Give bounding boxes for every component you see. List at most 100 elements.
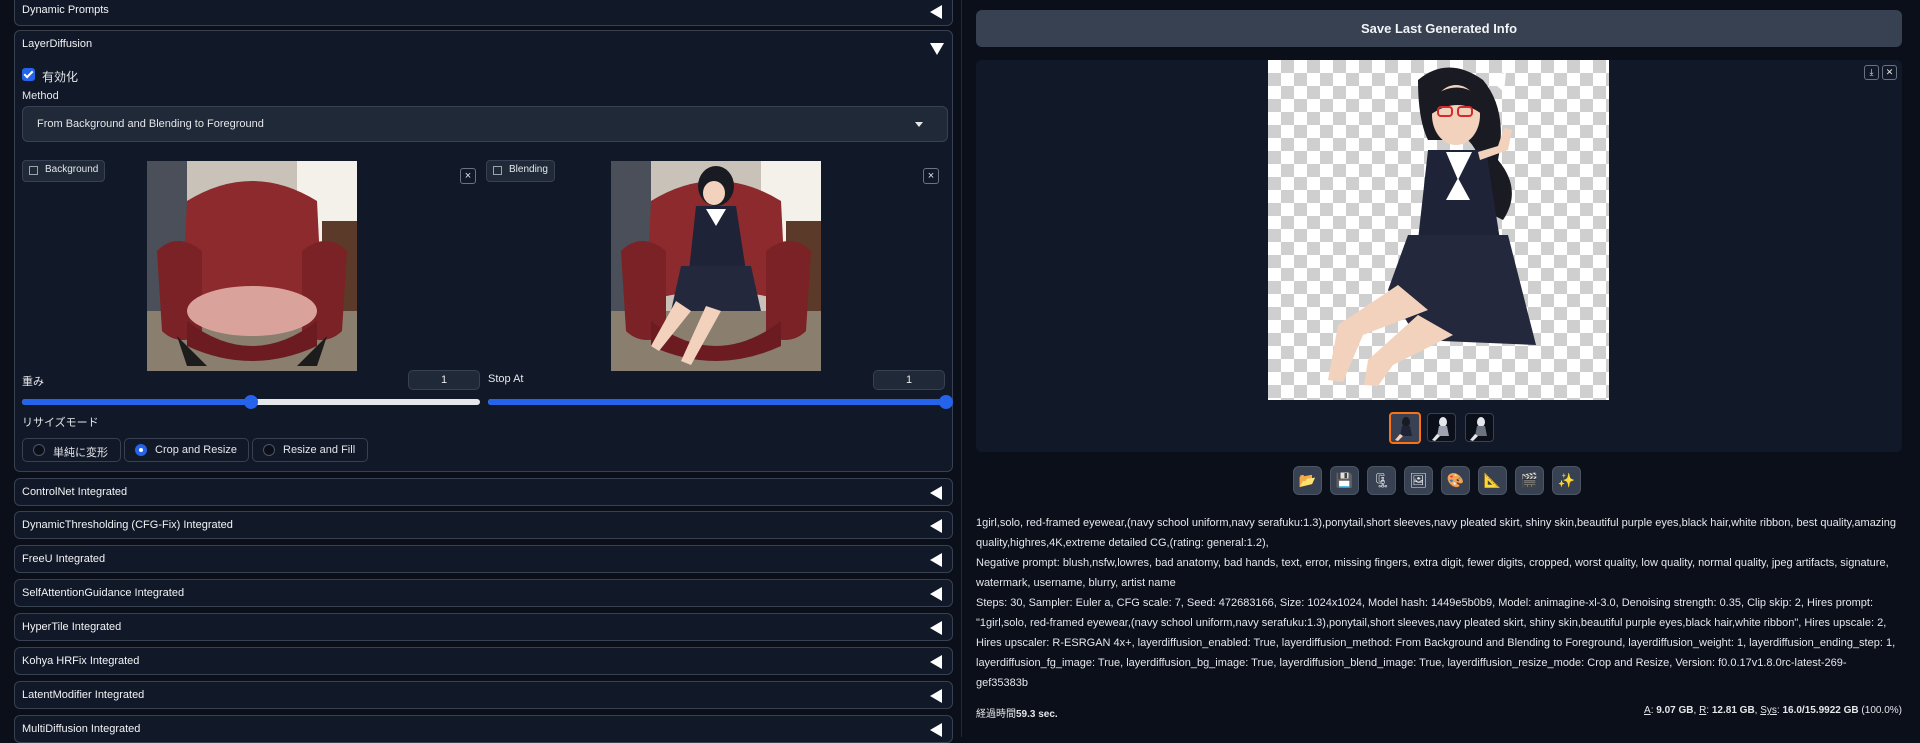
resize-option-label: Crop and Resize — [155, 444, 237, 456]
collapse-arrow-icon[interactable] — [930, 587, 942, 601]
download-icon[interactable]: ⤓ — [1864, 65, 1879, 80]
accordion-dynamic-prompts[interactable]: Dynamic Prompts — [14, 0, 953, 26]
collapse-arrow-icon[interactable] — [930, 689, 942, 703]
video-icon[interactable]: 🎬 — [1515, 466, 1544, 495]
collapse-arrow-icon[interactable] — [930, 519, 942, 533]
thumbnail[interactable] — [1427, 413, 1456, 442]
generated-image[interactable] — [1268, 60, 1609, 400]
accordion-multidiffusion[interactable]: MultiDiffusion Integrated — [14, 715, 953, 743]
method-select[interactable]: From Background and Blending to Foregrou… — [22, 106, 948, 142]
elapsed-value: 59.3 sec. — [1016, 709, 1058, 720]
background-image[interactable] — [147, 161, 357, 371]
accordion-title: MultiDiffusion Integrated — [22, 723, 141, 735]
image-icon — [29, 166, 38, 175]
collapse-arrow-icon[interactable] — [930, 553, 942, 567]
open-folder-icon[interactable]: 📂 — [1293, 466, 1322, 495]
accordion-title: HyperTile Integrated — [22, 621, 122, 633]
accordion-self-attention-guidance[interactable]: SelfAttentionGuidance Integrated — [14, 579, 953, 607]
resize-mode-label: リサイズモード — [22, 417, 99, 429]
radio-dot-selected — [135, 444, 147, 456]
send-to-inpaint-icon[interactable]: 🎨 — [1441, 466, 1470, 495]
stop-at-label: Stop At — [488, 373, 524, 385]
send-to-img2img-icon[interactable]: 🖼 — [1404, 466, 1433, 495]
column-divider — [961, 0, 962, 737]
collapse-arrow-icon[interactable] — [930, 486, 942, 500]
accordion-title: Kohya HRFix Integrated — [22, 655, 140, 667]
parameters-text: Steps: 30, Sampler: Euler a, CFG scale: … — [976, 597, 1896, 689]
accordion-layer-diffusion: LayerDiffusion 有効化 Method From Backgroun… — [14, 30, 953, 472]
save-icon[interactable]: 💾 — [1330, 466, 1359, 495]
sys-label: Sys — [1760, 705, 1777, 716]
zip-icon[interactable]: 🗜 — [1367, 466, 1396, 495]
resize-option-resize-and-fill[interactable]: Resize and Fill — [252, 438, 368, 462]
accordion-title: LayerDiffusion — [22, 38, 93, 50]
stop-at-number-input[interactable]: 1 — [873, 370, 945, 390]
gallery-panel: ⤓ ✕ — [976, 60, 1902, 452]
weight-slider[interactable] — [22, 395, 480, 409]
blending-image-tag: Blending — [486, 160, 555, 182]
generation-info: 1girl,solo, red-framed eyewear,(navy sch… — [976, 513, 1896, 693]
accordion-title: Dynamic Prompts — [22, 4, 109, 16]
elapsed-time: 経過時間59.3 sec. — [976, 705, 1058, 720]
radio-dot — [263, 444, 275, 456]
resize-option-label: Resize and Fill — [283, 444, 356, 456]
r-value: 12.81 GB — [1711, 705, 1755, 716]
sparkle-icon[interactable]: ✨ — [1552, 466, 1581, 495]
prompt-text: 1girl,solo, red-framed eyewear,(navy sch… — [976, 517, 1896, 549]
collapse-arrow-icon[interactable] — [930, 655, 942, 669]
accordion-freeu[interactable]: FreeU Integrated — [14, 545, 953, 573]
a-label: A — [1644, 705, 1651, 716]
resize-option-just-resize[interactable]: 単純に変形 — [22, 438, 121, 462]
resize-option-crop-and-resize[interactable]: Crop and Resize — [124, 438, 249, 462]
accordion-dynamic-thresholding[interactable]: DynamicThresholding (CFG-Fix) Integrated — [14, 511, 953, 539]
stop-at-slider-handle[interactable] — [939, 395, 953, 409]
collapse-arrow-icon[interactable] — [930, 621, 942, 635]
dropdown-caret-icon — [915, 122, 923, 127]
background-image-tag: Background — [22, 160, 106, 182]
accordion-title: ControlNet Integrated — [22, 486, 128, 498]
collapse-arrow-icon[interactable] — [930, 723, 942, 737]
weight-number-input[interactable]: 1 — [408, 370, 480, 390]
resize-option-label: 単純に変形 — [53, 447, 108, 459]
method-value: From Background and Blending to Foregrou… — [37, 118, 264, 130]
output-column: Save Last Generated Info ⤓ ✕ 📂 💾 🗜 🖼 🎨 📐… — [968, 0, 1908, 737]
expand-arrow-icon[interactable] — [930, 43, 944, 55]
accordion-title: FreeU Integrated — [22, 553, 106, 565]
settings-column: Dynamic Prompts LayerDiffusion 有効化 Metho… — [14, 0, 955, 743]
background-label: Background — [45, 164, 99, 175]
radio-dot — [33, 444, 45, 456]
thumbnail[interactable] — [1465, 413, 1494, 442]
stop-at-slider[interactable] — [488, 395, 953, 409]
weight-slider-handle[interactable] — [244, 395, 258, 409]
r-label: R — [1699, 705, 1707, 716]
accordion-controlnet[interactable]: ControlNet Integrated — [14, 478, 953, 506]
enable-checkbox[interactable] — [22, 68, 35, 81]
stop-at-slider-fill — [488, 399, 946, 405]
weight-label: 重み — [22, 376, 44, 388]
blending-label: Blending — [509, 164, 548, 175]
weight-slider-fill — [22, 399, 251, 405]
accordion-latent-modifier[interactable]: LatentModifier Integrated — [14, 681, 953, 709]
accordion-title: SelfAttentionGuidance Integrated — [22, 587, 185, 599]
negative-prompt-text: Negative prompt: blush,nsfw,lowres, bad … — [976, 557, 1889, 589]
send-to-extras-icon[interactable]: 📐 — [1478, 466, 1507, 495]
accordion-kohya-hrfix[interactable]: Kohya HRFix Integrated — [14, 647, 953, 675]
save-last-generated-info-button[interactable]: Save Last Generated Info — [976, 10, 1902, 47]
sys-value: 16.0/15.9922 GB — [1782, 705, 1859, 716]
thumbnail-selected[interactable] — [1389, 412, 1421, 444]
accordion-title: DynamicThresholding (CFG-Fix) Integrated — [22, 519, 233, 531]
accordion-title: LatentModifier Integrated — [22, 689, 145, 701]
enable-label: 有効化 — [42, 70, 79, 84]
a-value: 9.07 GB — [1656, 705, 1694, 716]
clear-blending-button[interactable]: × — [923, 168, 939, 184]
clear-background-button[interactable]: × — [460, 168, 476, 184]
close-icon[interactable]: ✕ — [1882, 65, 1897, 80]
image-icon — [493, 166, 502, 175]
memory-stats: A: 9.07 GB, R: 12.81 GB, Sys: 16.0/15.99… — [1644, 705, 1902, 716]
collapse-arrow-icon[interactable] — [930, 5, 942, 19]
elapsed-label: 経過時間 — [976, 709, 1016, 720]
sys-percent: (100.0%) — [1861, 705, 1902, 716]
method-label: Method — [22, 90, 59, 102]
blending-image[interactable] — [611, 161, 821, 371]
accordion-hypertile[interactable]: HyperTile Integrated — [14, 613, 953, 641]
